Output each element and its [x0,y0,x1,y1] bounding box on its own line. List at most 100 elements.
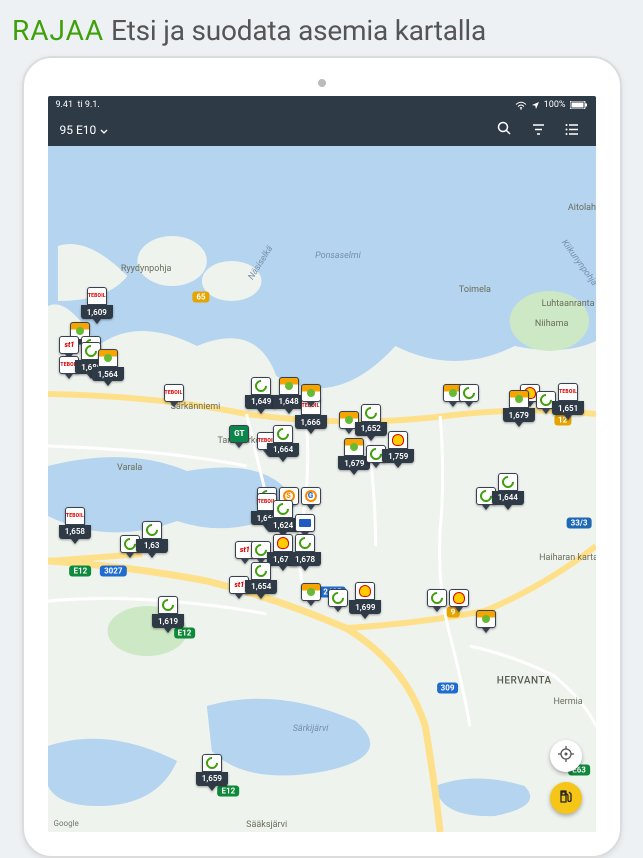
station-marker[interactable] [427,589,447,612]
road-shield: 65 [192,291,209,302]
station-price: 1,619 [152,614,184,628]
fuel-pump-icon [558,789,573,808]
promo-rest: Etsi ja suodata asemia kartalla [111,14,486,47]
station-brand-teboil-icon: TEBOIL [558,383,578,401]
station-brand-teboil-icon: TEBOIL [164,384,184,402]
search-icon [497,121,512,140]
station-marker[interactable]: 1,654 [245,562,277,599]
station-price: 1,658 [59,525,91,539]
station-price: 1,564 [92,367,124,381]
status-date: ti 9.1. [78,100,100,110]
station-marker[interactable]: GT [229,425,249,448]
promo-header: RAJAA Etsi ja suodata asemia kartalla [0,0,643,61]
station-brand-teboil-icon: TEBOIL [87,287,107,305]
road-shield: 3027 [100,566,126,577]
station-marker[interactable]: TEBOIL1,658 [59,507,91,544]
station-marker[interactable]: 1,664 [267,425,299,462]
ios-status-bar: 9.41 ti 9.1. 100% [48,96,596,114]
search-button[interactable] [494,119,516,141]
station-brand-teboil-icon: TEBOIL [65,507,85,525]
station-marker[interactable] [476,610,496,633]
station-brand-abc-icon [98,349,118,367]
station-price: 1,666 [295,415,327,429]
station-price: 1,651 [552,401,584,415]
station-brand-abc-icon [301,384,321,402]
station-brand-neste-icon [251,377,271,395]
wifi-icon [515,101,527,110]
station-marker[interactable]: 1,659 [196,754,228,791]
station-brand-shell-icon [355,582,375,600]
station-marker[interactable] [301,583,321,606]
station-price: 1,699 [349,600,381,614]
station-brand-gt-icon: GT [229,425,249,443]
station-price: 1,609 [81,305,113,319]
station-price: 1,644 [492,491,524,505]
station-brand-neste-icon [273,425,293,443]
station-marker[interactable]: 1,63 [136,521,168,558]
chevron-down-icon [100,123,108,137]
station-marker[interactable]: 1,644 [492,473,524,510]
list-view-button[interactable] [562,119,584,141]
station-brand-abc-icon [279,377,299,395]
road-shield: 33/3 [567,518,592,529]
station-brand-neste-icon [361,404,381,422]
fuel-type-selected: 95 E10 [60,123,97,137]
road-shield: E12 [70,566,92,577]
status-right: 100% [515,100,588,110]
filter-icon [531,121,546,140]
status-left: 9.41 ti 9.1. [56,100,100,110]
fuel-prices-button[interactable] [550,782,582,814]
device-screen: 9.41 ti 9.1. 100% 95 E10 [48,96,596,832]
status-battery-pct: 100% [544,100,566,110]
station-brand-shell-icon [449,589,469,607]
station-brand-neste-icon [427,589,447,607]
map-attribution: Google [54,819,79,828]
station-brand-neste-icon [273,500,293,518]
station-price: 1,664 [267,443,299,457]
station-marker[interactable]: G [301,487,321,510]
station-brand-neste-icon [498,473,518,491]
station-price: 1,679 [503,408,535,422]
status-time: 9.41 [56,100,74,110]
station-marker[interactable]: 1,678 [289,534,321,571]
station-price: 1,63 [136,539,168,553]
station-marker[interactable]: 1,619 [152,596,184,633]
station-marker[interactable]: TEBOIL1,609 [81,287,113,324]
station-brand-abc-icon [509,390,529,408]
station-marker[interactable] [459,384,479,407]
station-brand-neste-icon [251,562,271,580]
road-shield: 309 [437,682,459,693]
map-canvas[interactable]: RyydynpohjaNäsiselkäPonsaselmiAitolahtiT… [48,146,596,832]
station-price: 1,759 [382,449,414,463]
station-marker[interactable]: 1,759 [382,431,414,468]
station-brand-abc-icon [476,610,496,628]
battery-icon [570,101,588,109]
station-brand-neste-icon [328,589,348,607]
station-marker[interactable]: 1,679 [503,390,535,427]
station-brand-neste-icon [295,534,315,552]
location-icon [531,101,540,110]
station-marker[interactable]: 1,699 [349,582,381,619]
station-brand-neste-icon [158,596,178,614]
station-marker[interactable]: TEBOIL1,651 [552,383,584,420]
station-brand-shell-icon [388,431,408,449]
tablet-frame: 9.41 ti 9.1. 100% 95 E10 [22,56,622,858]
station-marker[interactable] [449,589,469,612]
promo-prefix: RAJAA [12,14,104,47]
station-brand-abc-icon [301,583,321,601]
station-brand-neste-icon [202,754,222,772]
station-price: 1,659 [196,772,228,786]
station-brand-neste-icon [459,384,479,402]
fuel-type-dropdown[interactable]: 95 E10 [60,123,109,137]
locate-icon [558,746,574,766]
station-marker[interactable]: TEBOIL [164,384,184,407]
locate-me-button[interactable] [550,740,582,772]
station-price: 1,654 [245,580,277,594]
station-marker[interactable] [328,589,348,612]
app-toolbar: 95 E10 [48,114,596,146]
station-marker[interactable] [301,384,321,407]
filter-button[interactable] [528,119,550,141]
station-brand-abc-icon [344,438,364,456]
station-marker[interactable]: 1,564 [92,349,124,386]
station-price: 1,678 [289,552,321,566]
